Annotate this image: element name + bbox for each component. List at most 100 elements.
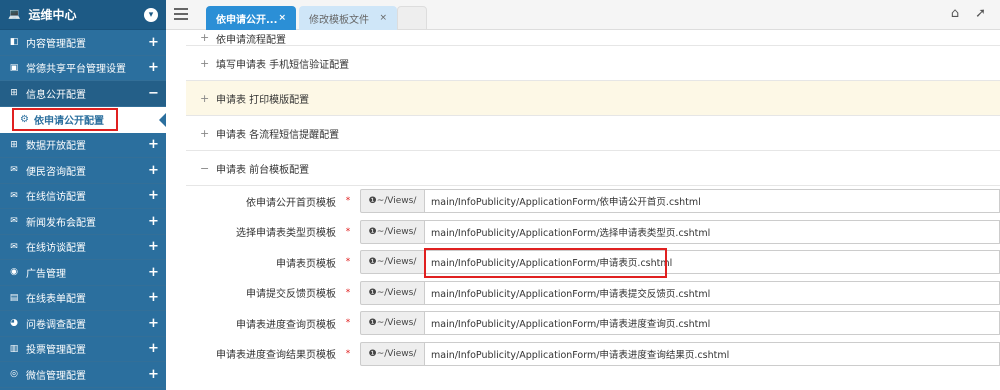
highlight-box [424,248,667,278]
template-path-input[interactable]: main/InfoPublicity/ApplicationForm/申请表进度… [425,341,1000,366]
accordion-sms-remind[interactable]: + 申请表 各流程短信提醒配置 [186,116,1000,151]
collapse-icon[interactable]: − [148,86,159,101]
sidebar-item-forms[interactable]: ▤ 在线表单配置 + [0,286,166,311]
expand-icon[interactable]: + [148,60,159,75]
field-label: 申请提交反馈页模板 [246,289,336,301]
sidebar-item-label: 微信管理配置 [26,370,86,382]
required-mark: * [345,287,351,298]
field-label: 依申请公开首页模板 [246,197,336,209]
sidebar-item-press[interactable]: ✉ 新闻发布会配置 + [0,209,166,235]
path-prefix: ❶~/Views/ [360,341,425,366]
field-label: 申请表进度查询页模板 [236,319,336,331]
sidebar-item-data-open[interactable]: ⊞ 数据开放配置 + [0,133,166,158]
accordion-print-template[interactable]: + 申请表 打印模版配置 [186,81,1000,116]
accordion-sms-verify[interactable]: + 填写申请表 手机短信验证配置 [186,46,1000,81]
form-row-home-template: 依申请公开首页模板 * ❶~/Views/ main/InfoPublicity… [186,186,1000,217]
expand-icon[interactable]: + [148,35,159,50]
path-prefix: ❶~/Views/ [360,280,425,305]
accordion-apply-flow[interactable]: + 依申请流程配置 [186,30,1000,46]
template-path-input[interactable]: main/InfoPublicity/ApplicationForm/申请表提交… [425,280,1000,305]
expand-icon[interactable]: + [148,137,159,152]
sidebar-item-content[interactable]: ◧ 内容管理配置 + [0,30,166,56]
expand-icon[interactable]: + [148,265,159,280]
sidebar-item-label: 广告管理 [26,268,66,280]
plus-icon: + [200,31,210,44]
sidebar-item-wechat[interactable]: ◎ 微信管理配置 + [0,362,166,388]
sidebar-item-info-public[interactable]: ⊞ 信息公开配置 − [0,81,166,107]
accordion-front-template[interactable]: − 申请表 前台模板配置 [186,151,1000,186]
active-arrow [159,112,166,127]
content-icon: ◧ [9,37,19,48]
close-icon[interactable]: × [278,13,286,23]
sidebar-item-label: 在线信访配置 [26,192,86,204]
accordion-label: 申请表 前台模板配置 [216,164,310,176]
sidebar-item-share-platform[interactable]: ▣ 常德共享平台管理设置 + [0,56,166,81]
sidebar-item-label: 数据开放配置 [26,141,86,153]
plus-icon: + [200,56,210,70]
plus-icon: + [200,91,210,105]
pie-icon: ◕ [10,318,18,329]
required-mark: * [345,348,351,359]
path-prefix: ❶~/Views/ [360,250,425,275]
wechat-icon: ◎ [10,369,18,380]
plus-icon: + [200,126,210,140]
expand-icon[interactable]: + [148,214,159,229]
sidebar-item-survey[interactable]: ◕ 问卷调查配置 + [0,311,166,337]
expand-icon[interactable]: + [148,341,159,356]
field-label: 申请表页模板 [276,258,336,270]
form-row-progress-template: 申请表进度查询页模板 * ❶~/Views/ main/InfoPublicit… [186,308,1000,339]
form-row-form-template: 申请表页模板 * ❶~/Views/ main/InfoPublicity/Ap… [186,247,1000,278]
mail-icon: ✉ [10,241,18,252]
expand-icon[interactable]: + [148,188,159,203]
laptop-icon: 💻 [8,9,21,20]
accordion-label: 依申请流程配置 [216,35,286,46]
sidebar-item-consult[interactable]: ✉ 便民咨询配置 + [0,158,166,184]
sidebar-header[interactable]: 💻 运维中心 ▾ [0,0,166,30]
expand-icon[interactable]: + [148,163,159,178]
sidebar-item-label: 问卷调查配置 [26,319,86,331]
mail-icon: ✉ [10,190,18,201]
rocket-icon[interactable]: ➚ [975,6,986,21]
sidebar-item-label: 内容管理配置 [26,38,86,50]
template-path-input[interactable]: main/InfoPublicity/ApplicationForm/依申请公开… [425,189,1000,214]
required-mark: * [345,257,351,268]
tab-label: 依申请公开... [216,14,278,26]
mail-icon: ✉ [10,216,18,227]
home-icon[interactable]: ⌂ [951,6,959,21]
accordion-label: 填写申请表 手机短信验证配置 [216,59,350,71]
accordion-label: 申请表 打印模版配置 [216,94,310,106]
template-path-input[interactable]: main/InfoPublicity/ApplicationForm/选择申请表… [425,219,1000,244]
sidebar-subitem-apply-public[interactable]: ⚙ 依申请公开配置 [0,106,166,133]
sidebar-item-label: 信息公开配置 [26,89,86,101]
tab-apply-public[interactable]: 依申请公开... × [206,6,296,30]
bar-chart-icon: ▥ [9,343,19,354]
template-path-input[interactable]: main/InfoPublicity/ApplicationForm/申请表进度… [425,311,1000,336]
expand-icon[interactable]: + [148,290,159,305]
sidebar-item-label: 投票管理配置 [26,345,86,357]
top-bar: 依申请公开... × 修改模板文件 × ⌂ ➚ [166,0,1000,30]
field-label: 申请表进度查询结果页模板 [216,350,336,362]
sidebar-item-ads[interactable]: ◉ 广告管理 + [0,260,166,286]
form-row-feedback-template: 申请提交反馈页模板 * ❶~/Views/ main/InfoPublicity… [186,278,1000,309]
tab-label: 修改模板文件 [309,14,369,26]
highlight-box [12,107,118,131]
sidebar-item-petition[interactable]: ✉ 在线信访配置 + [0,184,166,209]
required-mark: * [345,196,351,207]
sidebar-item-label: 在线访谈配置 [26,243,86,255]
expand-icon[interactable]: + [148,316,159,331]
chevron-down-icon[interactable]: ▾ [144,7,158,22]
required-mark: * [345,318,351,329]
form-row-select-type-template: 选择申请表类型页模板 * ❶~/Views/ main/InfoPublicit… [186,217,1000,248]
sidebar-title: 运维中心 [28,8,77,22]
expand-icon[interactable]: + [148,239,159,254]
menu-icon[interactable] [174,8,188,20]
expand-icon[interactable]: + [148,367,159,382]
close-icon[interactable]: × [379,13,387,23]
sidebar-item-interview[interactable]: ✉ 在线访谈配置 + [0,235,166,260]
field-label: 选择申请表类型页模板 [236,228,336,240]
path-prefix: ❶~/Views/ [360,189,425,214]
sidebar-item-vote[interactable]: ▥ 投票管理配置 + [0,337,166,362]
form-row-progress-result-template: 申请表进度查询结果页模板 * ❶~/Views/ main/InfoPublic… [186,339,1000,370]
tab-edit-template[interactable]: 修改模板文件 × [299,6,397,30]
top-icons: ⌂ ➚ [951,6,986,21]
